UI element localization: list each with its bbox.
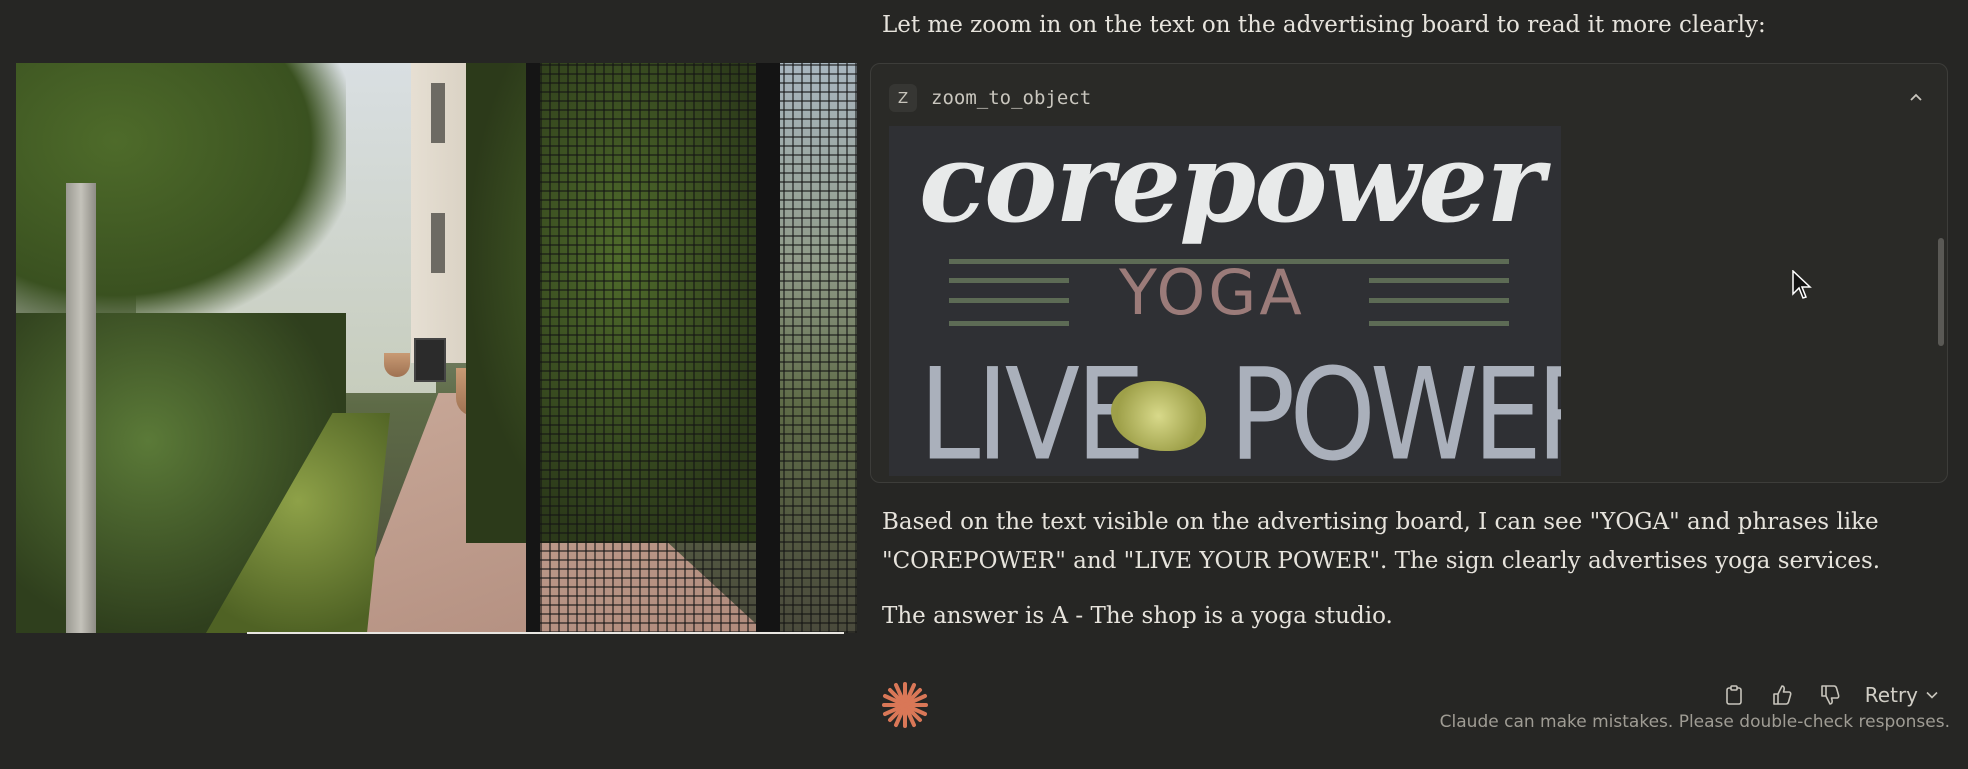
photo-fence-post (756, 63, 780, 633)
zoomed-text-yoga: YOGA (1119, 256, 1305, 329)
claude-logo-icon (882, 682, 928, 728)
sign-stripe (949, 298, 1069, 303)
sign-stripe (1369, 278, 1509, 283)
disclaimer-text: Claude can make mistakes. Please double-… (1439, 712, 1950, 732)
chevron-down-icon (1926, 691, 1938, 699)
zoomed-text-corepower: corepower (919, 126, 1544, 247)
chevron-up-icon[interactable] (1903, 84, 1929, 110)
clipboard-icon[interactable] (1715, 676, 1753, 714)
photo-underline (247, 632, 844, 634)
zoomed-text-live: LIVE (919, 341, 1145, 476)
thumbs-down-icon[interactable] (1811, 676, 1849, 714)
tool-call-header[interactable]: Z zoom_to_object (889, 82, 1091, 114)
tool-call-card: Z zoom_to_object corepower YOGA LIVE POW… (870, 63, 1948, 483)
assistant-message-intro: Let me zoom in on the text on the advert… (882, 12, 1766, 38)
thumbs-up-icon[interactable] (1763, 676, 1801, 714)
photo-tree-trunk (66, 183, 96, 633)
zoomed-text-power: POWER (1229, 341, 1561, 476)
message-actions: Retry (1715, 676, 1944, 714)
scrollbar-thumb[interactable] (1938, 238, 1944, 346)
sign-stripe (1369, 298, 1509, 303)
sign-stripe (1369, 321, 1509, 326)
retry-button[interactable]: Retry (1859, 683, 1944, 707)
tool-badge: Z (889, 84, 917, 112)
sign-stripe (949, 321, 1069, 326)
tool-name: zoom_to_object (931, 87, 1092, 109)
zoomed-sign-image: corepower YOGA LIVE POWER (889, 126, 1561, 476)
street-photo (16, 63, 857, 633)
assistant-message-answer: The answer is A - The shop is a yoga stu… (882, 603, 1393, 629)
assistant-message-analysis-line2: "COREPOWER" and "LIVE YOUR POWER". The s… (882, 548, 1881, 574)
sign-stripe (949, 278, 1069, 283)
photo-fence (526, 63, 857, 633)
photo-advertising-board (414, 338, 446, 382)
mouse-cursor-icon (1792, 270, 1812, 299)
retry-label: Retry (1864, 683, 1918, 707)
assistant-message-analysis-line1: Based on the text visible on the adverti… (882, 509, 1879, 535)
